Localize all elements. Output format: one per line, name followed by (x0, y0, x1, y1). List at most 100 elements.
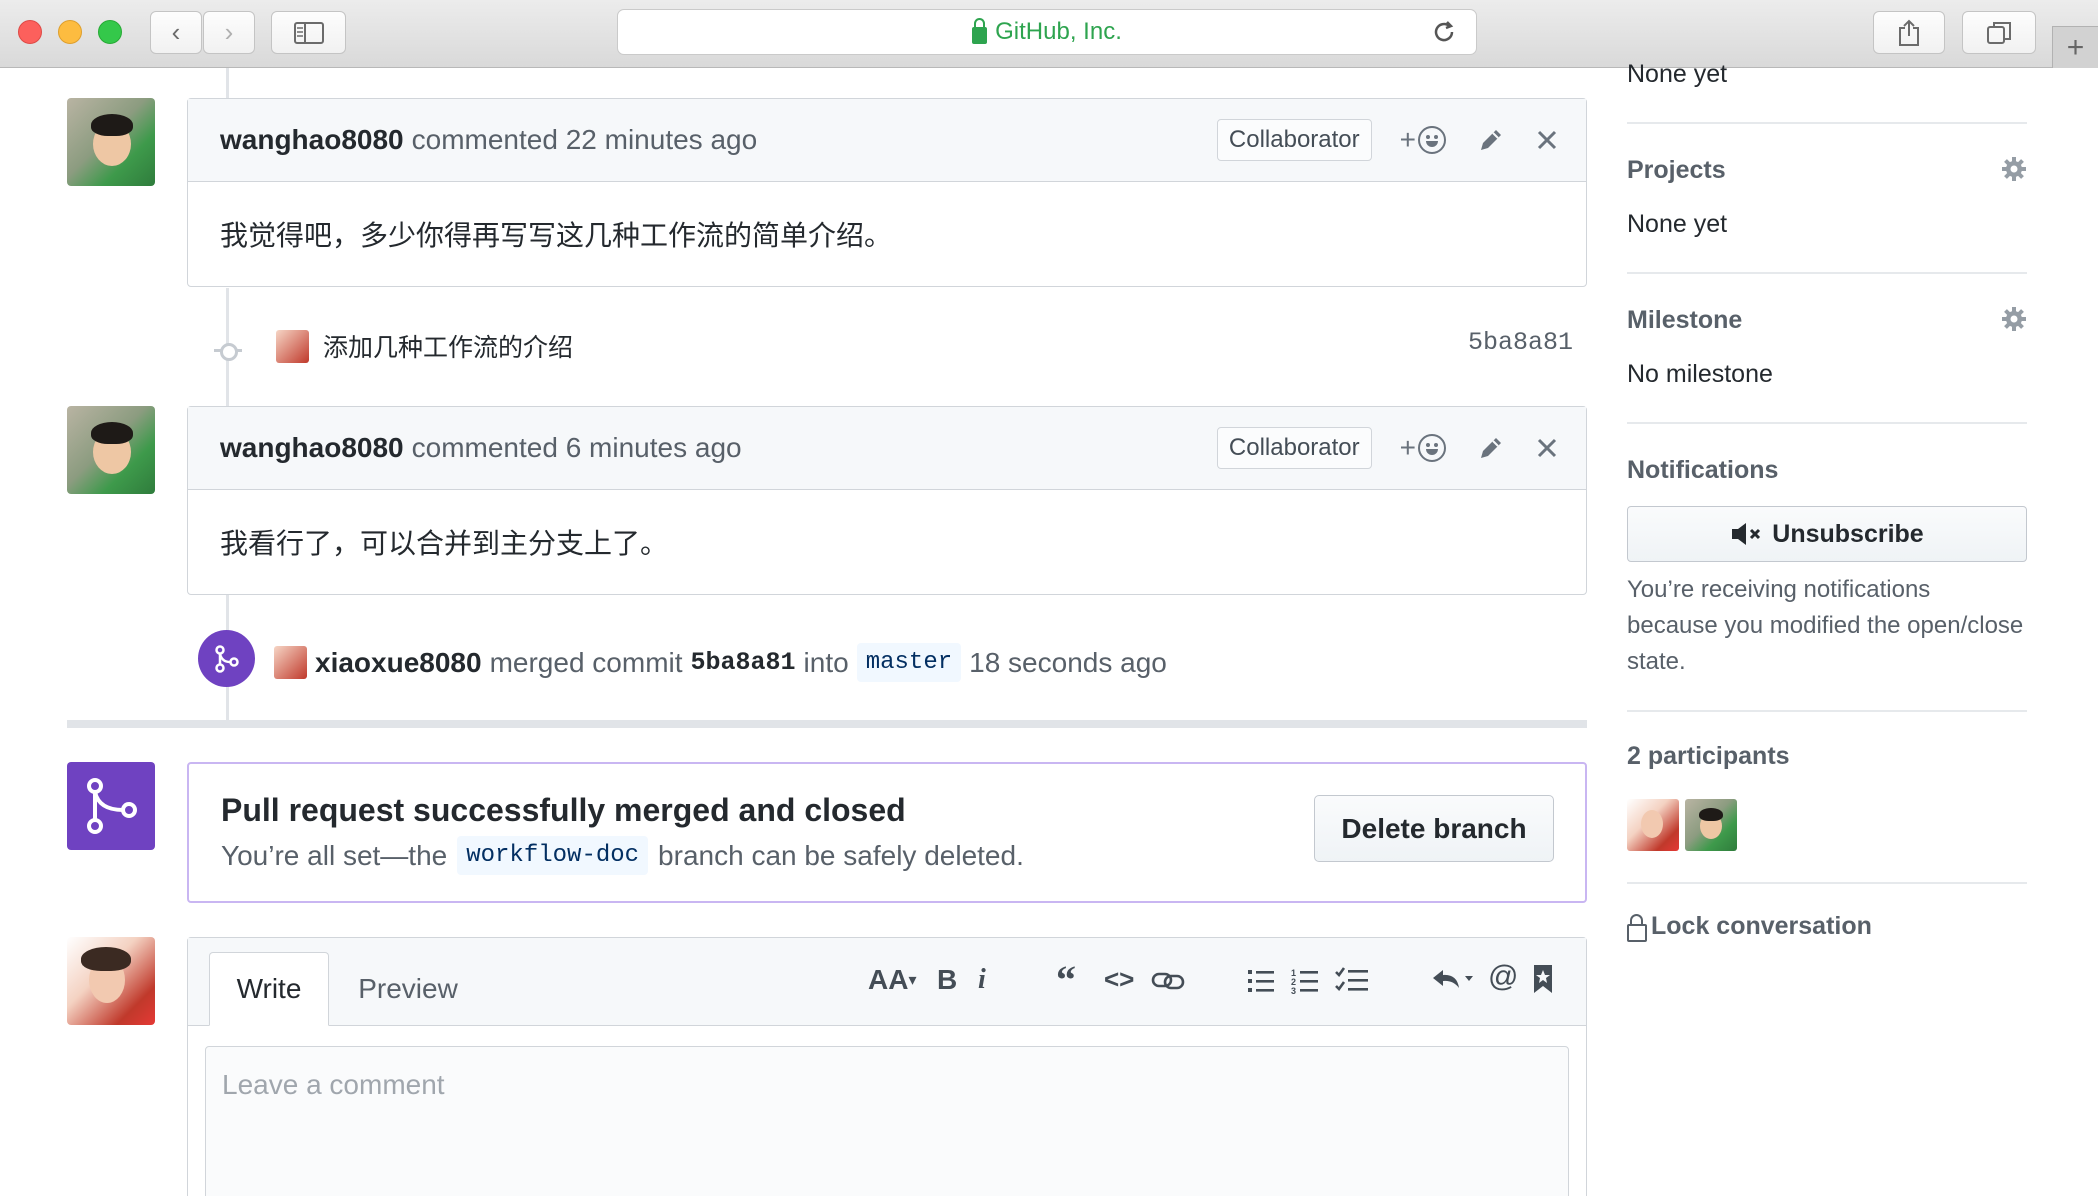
close-icon[interactable] (1536, 129, 1558, 151)
smiley-icon (1418, 434, 1446, 462)
unsubscribe-label: Unsubscribe (1772, 519, 1924, 548)
pencil-icon[interactable] (1476, 433, 1506, 463)
share-button[interactable] (1873, 11, 1945, 54)
delete-branch-button[interactable]: Delete branch (1314, 795, 1554, 862)
avatar-xiaoxue8080-small[interactable] (276, 329, 309, 363)
milestone-title[interactable]: Milestone (1627, 306, 1742, 335)
avatar-hair (1699, 808, 1723, 821)
collaborator-badge: Collaborator (1216, 427, 1372, 469)
comment-timestamp[interactable]: commented 22 minutes ago (412, 124, 758, 156)
commit-message[interactable]: 添加几种工作流的介绍 (323, 328, 573, 364)
add-reaction-button[interactable]: + (1400, 124, 1446, 156)
reply-icon[interactable] (1431, 966, 1477, 994)
gear-icon[interactable] (2001, 156, 2027, 182)
comment-textarea[interactable]: Leave a comment (205, 1046, 1569, 1196)
new-tab-button[interactable]: + (2052, 26, 2098, 68)
comment-timestamp[interactable]: commented 6 minutes ago (412, 432, 742, 464)
comment-body: 我看行了，可以合并到主分支上了。 (220, 528, 669, 559)
editor-header: Write Preview AA▾ B i “ <> 1 2 3 @ (188, 938, 1586, 1026)
unsubscribe-button[interactable]: Unsubscribe (1627, 506, 2027, 562)
caret-down-icon: ▾ (908, 972, 917, 989)
commit-sha[interactable]: 5ba8a81 (1468, 328, 1573, 357)
avatar-wanghao8080[interactable] (67, 98, 155, 186)
merged-subtitle-after: branch can be safely deleted. (658, 839, 1024, 871)
merge-actor[interactable]: xiaoxue8080 (315, 647, 482, 679)
merge-event: xiaoxue8080 merged commit 5ba8a81 into m… (274, 643, 1167, 682)
comment-editor: Write Preview AA▾ B i “ <> 1 2 3 @ Leave… (187, 937, 1587, 1196)
code-button[interactable]: <> (1104, 964, 1134, 995)
target-branch[interactable]: master (856, 643, 962, 682)
tab-write[interactable]: Write (209, 952, 329, 1026)
projects-title[interactable]: Projects (1627, 156, 1726, 185)
gear-icon[interactable] (2001, 306, 2027, 332)
header-icon: AA (868, 964, 909, 995)
notifications-reason: You’re receiving notifications because y… (1627, 576, 2024, 675)
merge-event-icon (198, 630, 255, 687)
close-icon[interactable] (1536, 437, 1558, 459)
chevron-right-icon: › (224, 17, 234, 47)
ordered-list-icon[interactable]: 1 2 3 (1291, 968, 1319, 996)
timeline-line (226, 68, 229, 100)
sidebar-projects-section: Projects None yet (1627, 124, 2027, 274)
merged-subtitle: You’re all set—the workflow-doc branch c… (221, 836, 1024, 875)
avatar-face (1641, 810, 1663, 838)
lock-conversation-label: Lock conversation (1651, 912, 1872, 940)
chevron-left-icon: ‹ (171, 17, 181, 47)
merged-status-box: Pull request successfully merged and clo… (187, 762, 1587, 903)
merge-commit-sha[interactable]: 5ba8a81 (691, 648, 796, 677)
quote-button[interactable]: “ (1056, 956, 1076, 1003)
comment-author[interactable]: wanghao8080 (220, 124, 404, 156)
mention-icon[interactable]: @ (1488, 960, 1518, 994)
bold-button[interactable]: B (937, 964, 957, 996)
plus-icon: + (2066, 30, 2085, 64)
collaborator-badge: Collaborator (1216, 119, 1372, 161)
close-window-button[interactable] (18, 20, 42, 44)
mute-icon (1732, 523, 1761, 545)
merge-timestamp[interactable]: 18 seconds ago (969, 647, 1167, 679)
forward-button[interactable]: › (203, 11, 255, 54)
italic-button[interactable]: i (978, 964, 986, 996)
svg-text:3: 3 (1291, 986, 1296, 996)
comment-header: wanghao8080 commented 22 minutes ago Col… (188, 99, 1586, 182)
sidebar-milestone-section: Milestone No milestone (1627, 274, 2027, 424)
quote-icon: “ (1056, 957, 1076, 1002)
address-text: GitHub, Inc. (995, 18, 1122, 45)
address-bar[interactable]: GitHub, Inc. (617, 9, 1477, 55)
secure-lock-icon (972, 17, 988, 44)
add-reaction-button[interactable]: + (1400, 432, 1446, 464)
unordered-list-icon[interactable] (1247, 968, 1275, 994)
avatar-hair (81, 947, 131, 971)
tab-preview[interactable]: Preview (348, 952, 468, 1026)
tabs-overview-button[interactable] (1962, 11, 2036, 54)
comment-body: 我觉得吧，多少你得再写写这几种工作流的简单介绍。 (220, 220, 893, 251)
lock-conversation-link[interactable]: Lock conversation (1627, 912, 1872, 942)
participant-avatar-xiaoxue8080[interactable] (1627, 799, 1679, 851)
header-text-button[interactable]: AA▾ (868, 964, 916, 996)
head-branch[interactable]: workflow-doc (457, 836, 649, 875)
saved-replies-icon[interactable] (1533, 964, 1553, 994)
avatar-xiaoxue8080-small[interactable] (274, 646, 307, 679)
milestone-value: No milestone (1627, 360, 1773, 388)
avatar-hair (91, 422, 133, 444)
avatar-current-user[interactable] (67, 937, 155, 1025)
sidebar-toggle-button[interactable] (271, 11, 346, 54)
notifications-title: Notifications (1627, 456, 1779, 484)
link-icon[interactable] (1151, 970, 1185, 992)
commit-icon (214, 336, 242, 364)
comment-author[interactable]: wanghao8080 (220, 432, 404, 464)
merged-subtitle-before: You’re all set—the (221, 839, 448, 871)
sidebar-participants-section: 2 participants (1627, 712, 2027, 884)
minimize-window-button[interactable] (58, 20, 82, 44)
pencil-icon[interactable] (1476, 125, 1506, 155)
reload-icon[interactable] (1430, 18, 1458, 46)
comment-1: wanghao8080 commented 22 minutes ago Col… (187, 98, 1587, 287)
comment-header: wanghao8080 commented 6 minutes ago Coll… (188, 407, 1586, 490)
tabs-icon (1987, 21, 2011, 44)
git-merge-icon (215, 645, 239, 673)
zoom-window-button[interactable] (98, 20, 122, 44)
back-button[interactable]: ‹ (150, 11, 202, 54)
lock-icon (1627, 913, 1647, 942)
participant-avatar-wanghao8080[interactable] (1685, 799, 1737, 851)
task-list-icon[interactable] (1335, 966, 1369, 996)
avatar-wanghao8080[interactable] (67, 406, 155, 494)
